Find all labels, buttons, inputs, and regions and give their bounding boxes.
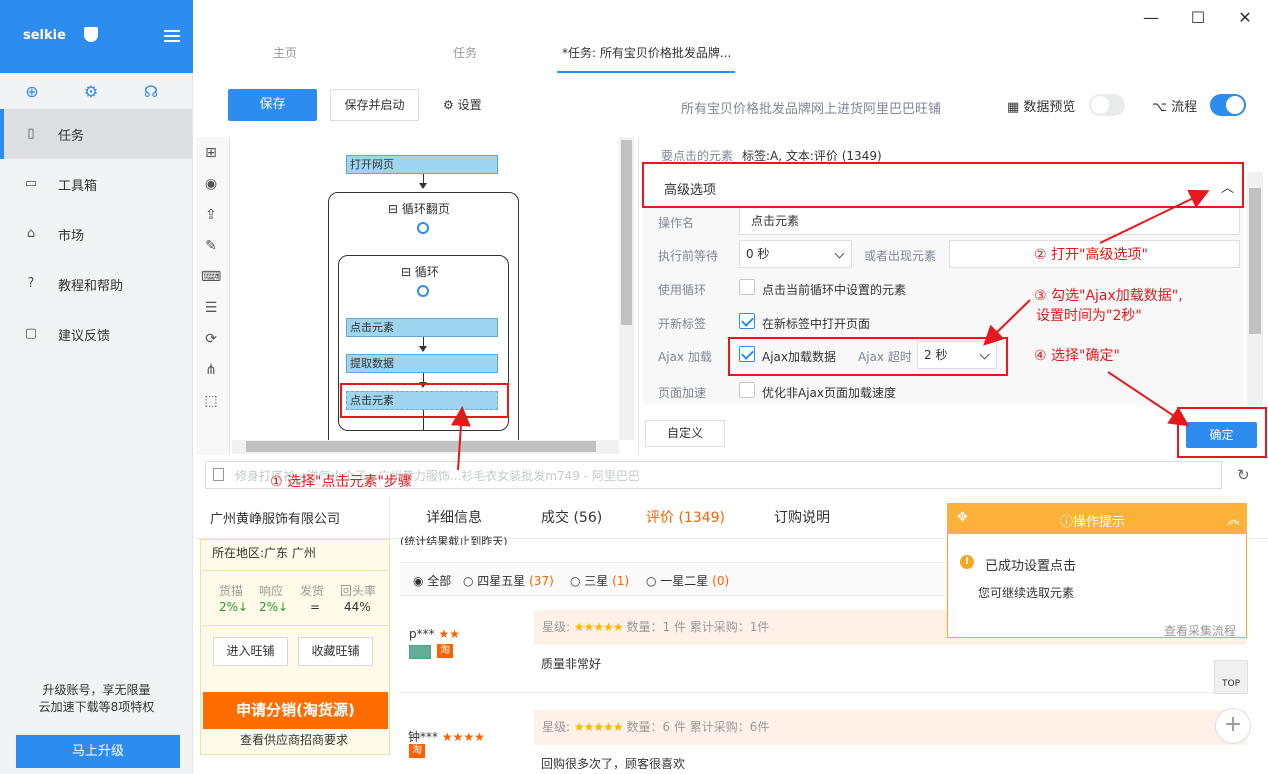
annotation-step2: ② 打开"高级选项" [1034,247,1148,263]
annotation-arrows [450,189,1210,471]
arrow-to-advanced [1099,189,1210,244]
arrow-to-confirm [1107,371,1190,427]
arrow-to-click-node [450,406,471,471]
annotation-step3-line1: ③ 勾选"Ajax加载数据", [1034,288,1183,304]
arrow-to-ajax [983,299,1031,346]
annotation-step3-line2: 设置时间为"2秒" [1036,308,1142,324]
annotation-step4: ④ 选择"确定" [1034,348,1120,364]
annotation-step1: ① 选择"点击元素"步骤 [270,474,412,490]
